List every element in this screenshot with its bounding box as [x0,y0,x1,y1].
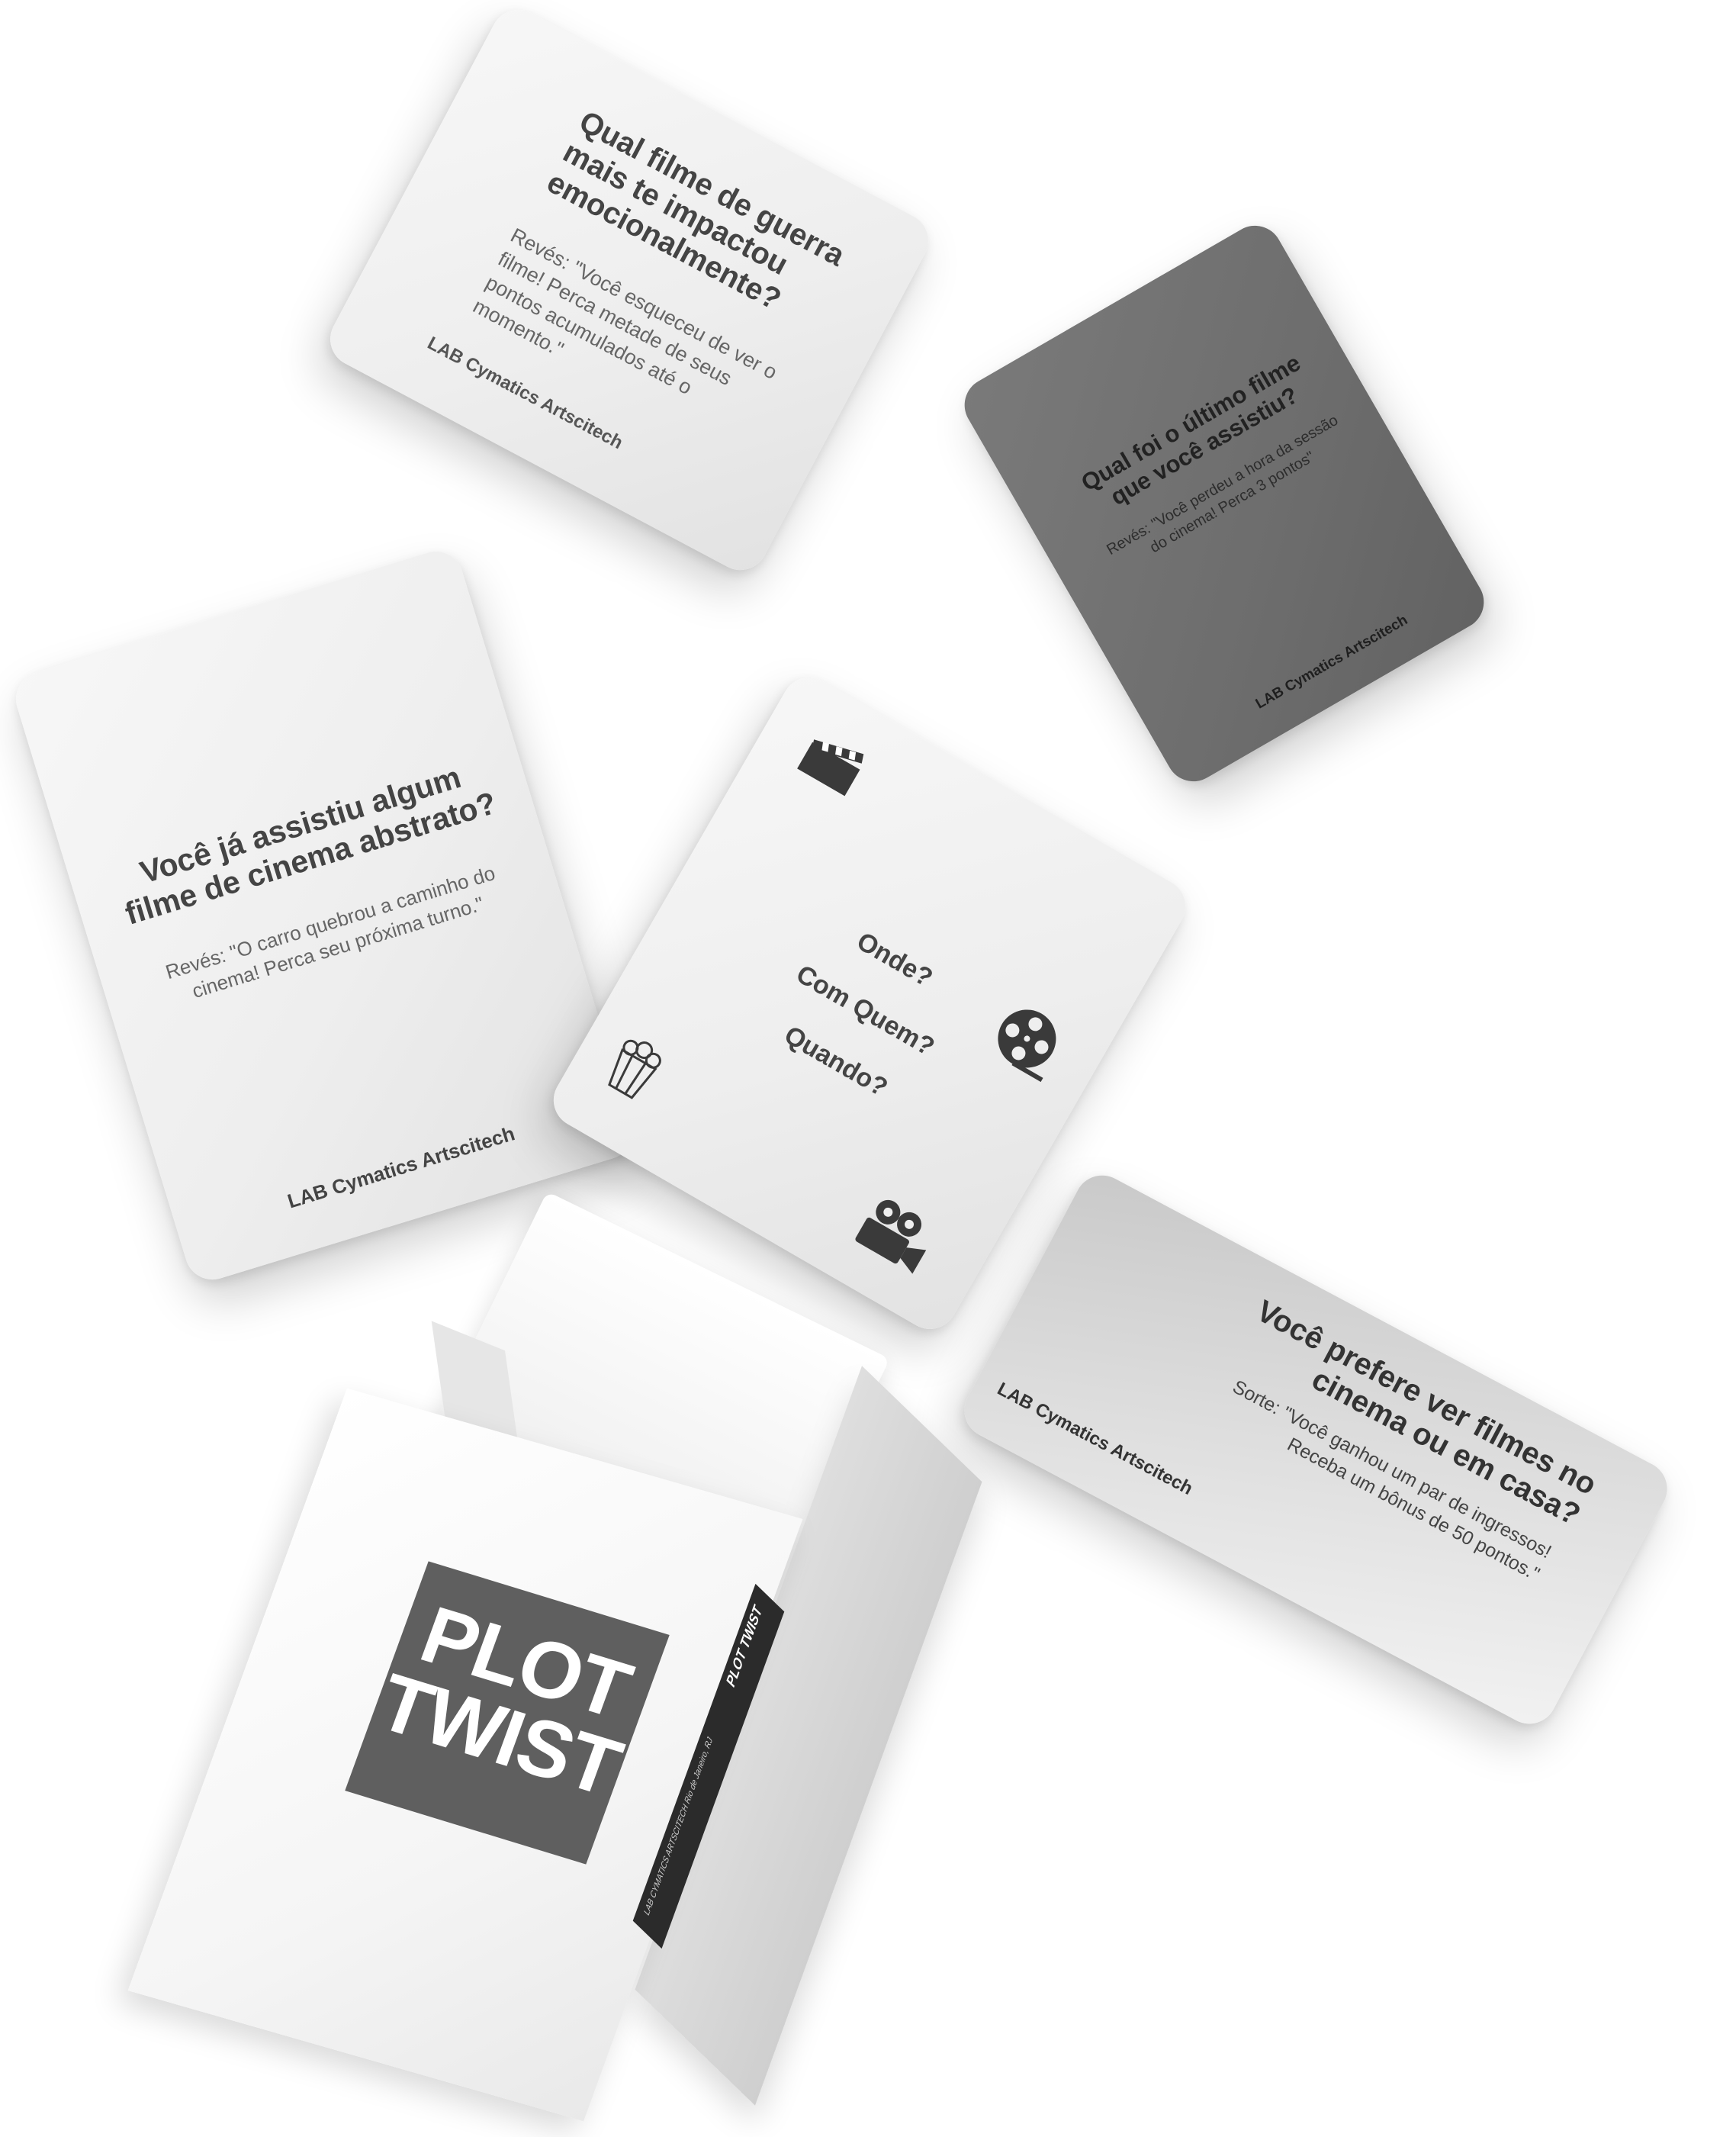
clapperboard-icon [797,739,864,797]
movie-camera-icon [855,1199,927,1274]
card-cinema-or-home: Você prefere ver filmes no cinema ou em … [954,1166,1677,1733]
popcorn-icon [608,1039,661,1099]
scene: Qual filme de guerra mais te impactou em… [0,0,1736,2137]
card-prompt-list: Onde? Com Quem? Quando? [616,832,1100,1214]
card-last-film: Qual foi o último filme que você assisti… [954,215,1494,792]
card-war-film: Qual filme de guerra mais te impactou em… [320,0,938,580]
card-abstract-cinema: Você já assistiu algum filme de cinema a… [8,544,640,1287]
card-brand: LAB Cymatics Artscitech [994,1378,1197,1500]
logo-wordmark: PLOT TWIST [365,1590,659,1814]
card-brand: LAB Cymatics Artscitech [1252,612,1411,713]
